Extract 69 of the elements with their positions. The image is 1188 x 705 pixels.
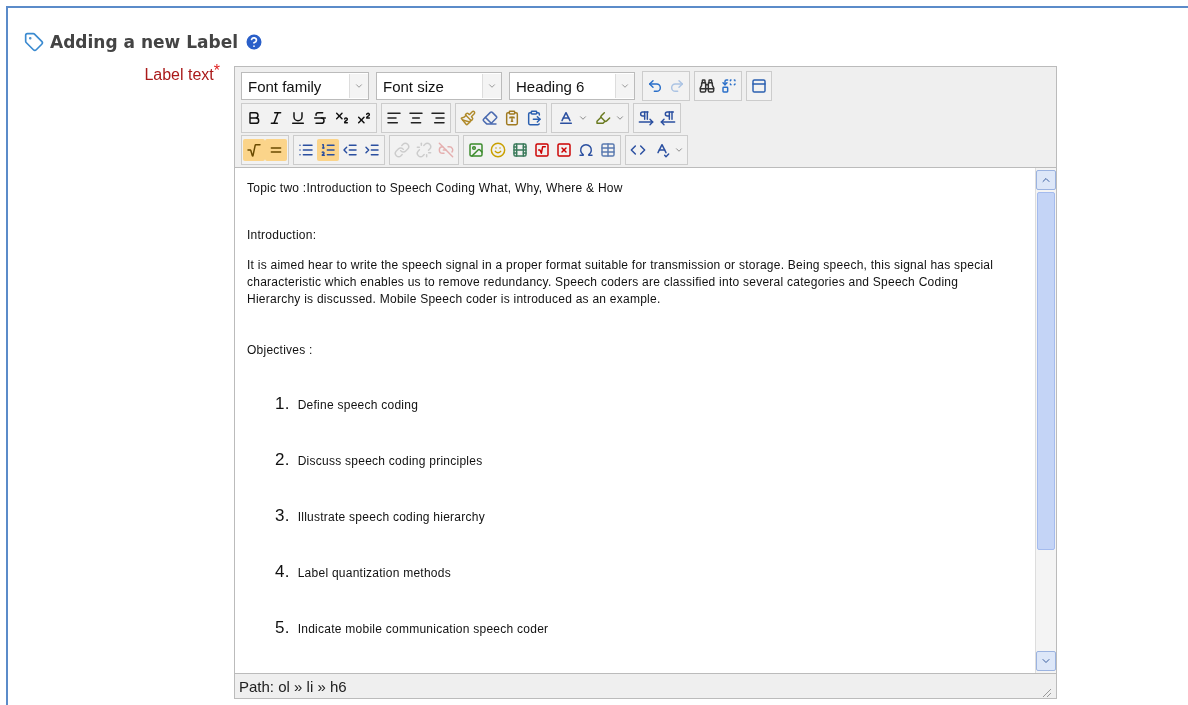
list-number: 1. — [275, 395, 290, 412]
square-root-icon — [246, 142, 262, 158]
paragraph: It is aimed hear to write the speech signal in a proper format suitable for transmission or storage. Being speech, this signal has special characteristic which enables us to remove redundancy. Speech coders are classified into several categories and Speech Coding Hierarchy is discussed. Mobile Speech coder is introduced as an example. — [247, 257, 995, 308]
paste-text-icon — [504, 110, 520, 126]
square-root-button[interactable] — [243, 139, 265, 161]
underline-icon — [290, 110, 306, 126]
paste-word-icon — [526, 110, 542, 126]
unlink-icon — [416, 142, 432, 158]
align-right-icon — [430, 110, 446, 126]
content-title: Topic two :Introduction to Speech Coding What, Why, Where & How — [247, 180, 624, 197]
list-item-text: Illustrate speech coding hierarchy — [297, 509, 485, 526]
no-break-icon — [556, 142, 572, 158]
fullscreen-icon — [751, 78, 767, 94]
page-title: Adding a new Label — [50, 32, 238, 52]
bullet-list-icon — [298, 142, 314, 158]
list-number: 5. — [275, 619, 290, 636]
highlight-icon — [595, 110, 611, 126]
html-icon — [630, 142, 646, 158]
superscript-icon — [356, 110, 372, 126]
dropdown-select[interactable]: Font size — [376, 72, 502, 100]
numbered-list-icon — [320, 142, 336, 158]
align-left-icon — [386, 110, 402, 126]
dropdown-select[interactable]: Heading 6 — [509, 72, 635, 100]
list-item-text: Define speech coding — [297, 397, 419, 414]
element-path: Path: ol » li » h6 — [239, 677, 347, 695]
resize-grip-icon[interactable] — [1040, 686, 1052, 698]
undo-icon — [647, 78, 663, 94]
caret-icon — [620, 81, 630, 91]
tag-icon — [24, 32, 44, 52]
section-heading: Objectives : — [247, 342, 314, 359]
table-edit-icon — [600, 142, 616, 158]
indent-icon — [364, 142, 380, 158]
subscript-icon — [334, 110, 350, 126]
list-item-text: Label quantization methods — [297, 565, 451, 582]
link-icon — [394, 142, 410, 158]
image-icon — [468, 142, 484, 158]
dropdown-select[interactable]: Font family — [241, 72, 369, 100]
redo-icon — [669, 78, 685, 94]
pilcrow-right-icon — [638, 110, 654, 126]
help-icon[interactable] — [244, 32, 264, 52]
broken-link-icon — [438, 142, 454, 158]
italic-icon — [268, 110, 284, 126]
replace-icon — [721, 78, 737, 94]
pilcrow-left-icon — [660, 110, 676, 126]
field-label: Label text — [144, 66, 214, 84]
caret-icon — [354, 81, 364, 91]
eraser-icon — [482, 110, 498, 126]
bold-icon — [246, 110, 262, 126]
film-icon — [512, 142, 528, 158]
formula-icon — [534, 142, 550, 158]
strikethrough-icon — [312, 110, 328, 126]
list-item-text: Discuss speech coding principles — [297, 453, 483, 470]
list-item-text: Indicate mobile communication speech coder — [297, 621, 549, 638]
smiley-icon — [490, 142, 506, 158]
required-mark: * — [213, 62, 220, 79]
paintbrush-icon — [460, 110, 476, 126]
equals-button[interactable] — [265, 139, 287, 161]
outdent-icon — [342, 142, 358, 158]
caret-icon — [487, 81, 497, 91]
list-number: 2. — [275, 451, 290, 468]
text-color-icon — [558, 110, 574, 126]
list-number: 4. — [275, 563, 290, 580]
spellcheck-icon — [654, 142, 670, 158]
list-number: 3. — [275, 507, 290, 524]
search-icon — [699, 78, 715, 94]
section-heading: Introduction: — [247, 227, 318, 244]
numbered-list-button[interactable] — [317, 139, 339, 161]
omega-icon — [578, 142, 594, 158]
align-center-icon — [408, 110, 424, 126]
